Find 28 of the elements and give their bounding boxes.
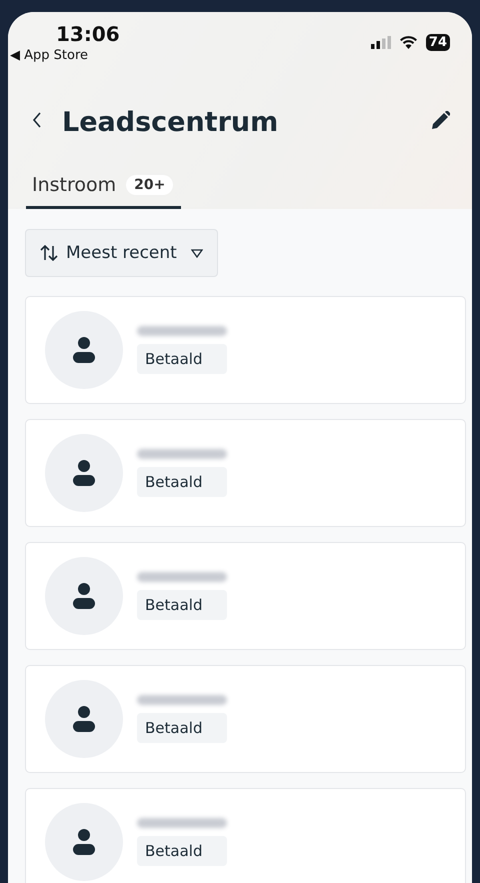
status-badge: Betaald [137, 344, 227, 374]
back-to-app-link[interactable]: ◀ App Store [10, 48, 88, 63]
status-badge: Betaald [137, 467, 227, 497]
pencil-icon [432, 111, 450, 129]
status-badge: Betaald [137, 836, 227, 866]
lead-card[interactable]: Betaald [25, 542, 466, 650]
person-icon [73, 337, 95, 363]
page-title: Leadscentrum [62, 106, 280, 138]
count-badge: 20+ [126, 175, 174, 195]
status-badge: Betaald [137, 713, 227, 743]
lead-card[interactable]: Betaald [25, 419, 466, 527]
person-icon [73, 583, 95, 609]
tab[interactable]: Instroom 20+ [26, 174, 182, 209]
sort-dropdown[interactable]: Meest recent [25, 229, 218, 277]
status-time: 13:06 [56, 22, 120, 46]
person-icon [73, 460, 95, 486]
battery-indicator: 74 [426, 34, 450, 50]
signal-icon [370, 36, 391, 48]
person-icon [73, 706, 95, 732]
status-badge: Betaald [137, 590, 227, 620]
lead-card[interactable]: Betaald [25, 296, 466, 404]
lead-card[interactable]: Betaald [25, 665, 466, 773]
chevron-left-icon [32, 112, 42, 128]
sort-arrows-icon [40, 245, 58, 261]
wifi-icon [398, 35, 418, 49]
caret-down-icon [190, 248, 203, 258]
person-icon [73, 829, 95, 855]
lead-card[interactable]: Betaald [25, 788, 466, 883]
